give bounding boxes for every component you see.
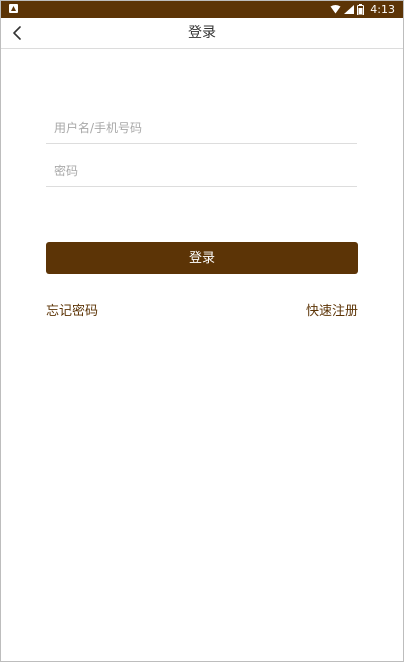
username-input[interactable] [46, 113, 357, 143]
page-title: 登录 [188, 25, 216, 41]
wifi-icon [330, 5, 341, 14]
signal-icon [344, 5, 355, 14]
battery-icon [357, 4, 365, 15]
status-bar: 4:13 [1, 1, 403, 18]
login-button[interactable]: 登录 [46, 242, 358, 274]
password-input[interactable] [46, 156, 357, 186]
username-field [46, 113, 357, 144]
login-screen: 4:13 登录 登录 忘记密码 快速注册 [0, 0, 404, 662]
status-indicators: 4:13 [330, 1, 395, 18]
notification-icon [9, 4, 18, 13]
forgot-password-link[interactable]: 忘记密码 [46, 300, 98, 319]
app-bar: 登录 [1, 18, 403, 49]
register-link[interactable]: 快速注册 [306, 300, 358, 319]
status-time: 4:13 [370, 3, 395, 16]
password-field [46, 156, 357, 187]
